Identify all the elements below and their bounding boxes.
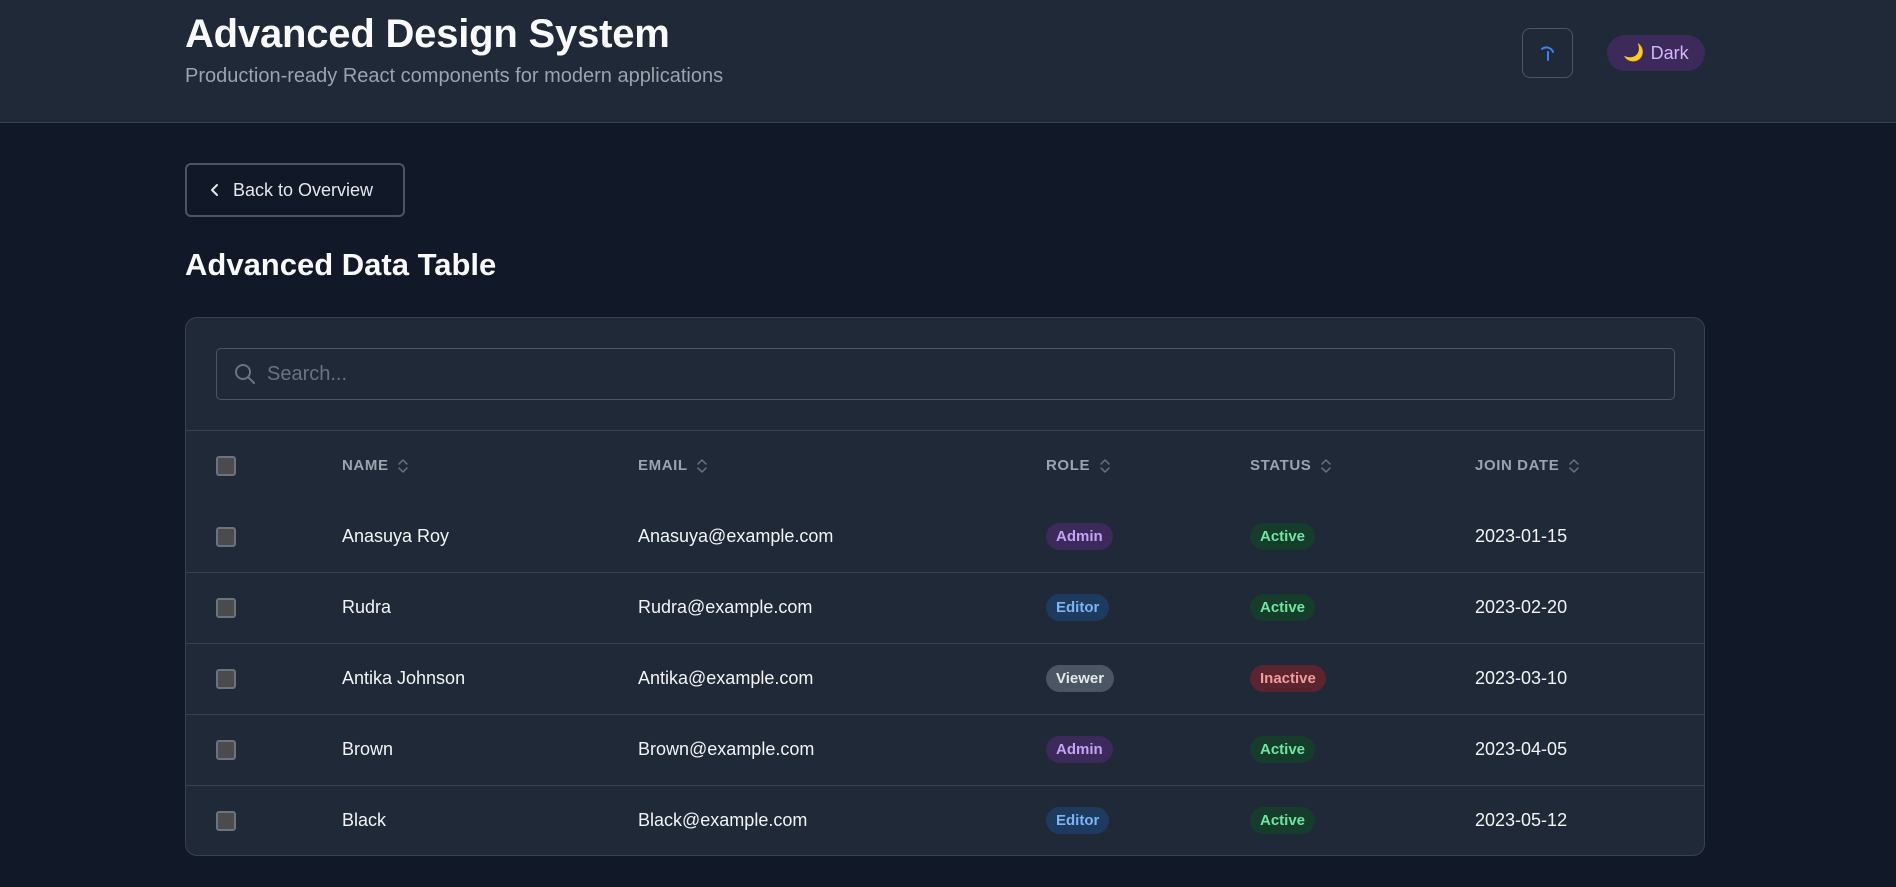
select-all-checkbox[interactable]: [216, 456, 236, 476]
role-badge: Editor: [1046, 807, 1110, 835]
back-button-label: Back to Overview: [233, 179, 374, 200]
cell-join-date: 2023-04-05: [1475, 739, 1568, 759]
data-table-card: NAME EMAIL ROLE STATUS: [185, 317, 1705, 856]
cell-status: Active: [1250, 501, 1475, 572]
sort-icon: [398, 459, 409, 473]
cell-email: Brown@example.com: [638, 739, 815, 759]
column-label: JOIN DATE: [1475, 456, 1560, 474]
data-table: NAME EMAIL ROLE STATUS JOIN DATE Anasuya…: [186, 431, 1704, 855]
row-checkbox[interactable]: [216, 526, 236, 547]
column-header-email[interactable]: EMAIL: [638, 431, 1046, 501]
row-checkbox[interactable]: [216, 669, 236, 690]
theme-toggle-label: Dark: [1650, 42, 1689, 63]
cell-name: Anasuya Roy: [342, 525, 450, 546]
role-badge: Admin: [1046, 522, 1113, 550]
cell-role: Admin: [1046, 714, 1250, 785]
moon-icon: 🌙: [1623, 43, 1645, 62]
app-title: Advanced Design System: [185, 12, 670, 56]
cell-join-date: 2023-03-10: [1475, 668, 1568, 688]
cell-join-date: 2023-01-15: [1475, 525, 1568, 546]
column-header-name[interactable]: NAME: [342, 431, 638, 501]
cell-join-date: 2023-05-12: [1475, 810, 1568, 831]
cell-status: Active: [1250, 572, 1475, 643]
role-badge: Viewer: [1046, 665, 1115, 692]
column-label: EMAIL: [638, 456, 688, 474]
row-checkbox[interactable]: [216, 811, 236, 832]
row-select-cell: [186, 572, 342, 643]
cell-role: Viewer: [1046, 643, 1250, 714]
status-badge: Active: [1250, 736, 1316, 763]
cell-status: Inactive: [1250, 643, 1475, 714]
cell-email: Anasuya@example.com: [638, 525, 834, 546]
role-badge: Admin: [1046, 736, 1113, 763]
role-badge: Editor: [1046, 594, 1110, 621]
cell-role: Admin: [1046, 501, 1250, 572]
cell-name: Black: [342, 810, 387, 831]
table-header-row: NAME EMAIL ROLE STATUS JOIN DATE: [186, 431, 1704, 501]
cell-name: Antika Johnson: [342, 668, 466, 688]
table-row[interactable]: Anasuya Roy Anasuya@example.com Admin Ac…: [186, 501, 1704, 572]
cell-status: Active: [1250, 714, 1475, 785]
theme-toggle-button[interactable]: 🌙 Dark: [1607, 35, 1705, 71]
cell-email: Antika@example.com: [638, 668, 814, 688]
column-label: ROLE: [1046, 456, 1091, 474]
table-row[interactable]: Rudra Rudra@example.com Editor Active 20…: [186, 572, 1704, 643]
refresh-button[interactable]: [1522, 28, 1573, 78]
spinner-icon: [1540, 46, 1554, 61]
row-select-cell: [186, 501, 342, 572]
sort-icon: [1569, 459, 1579, 473]
back-to-overview-button[interactable]: Back to Overview: [185, 163, 405, 217]
column-header-role[interactable]: ROLE: [1046, 431, 1250, 501]
sort-icon: [1100, 459, 1110, 473]
column-label: STATUS: [1250, 456, 1312, 474]
chevron-left-icon: [211, 184, 218, 196]
search-input[interactable]: [267, 349, 1657, 399]
section-title: Advanced Data Table: [185, 247, 497, 282]
search-box: [216, 348, 1675, 400]
cell-join-date: 2023-02-20: [1475, 597, 1568, 617]
column-header-join-date[interactable]: JOIN DATE: [1475, 431, 1704, 501]
table-row[interactable]: Antika Johnson Antika@example.com Viewer…: [186, 643, 1704, 714]
search-icon: [235, 364, 255, 384]
app-header: Advanced Design System Production-ready …: [0, 0, 1896, 123]
status-badge: Active: [1250, 594, 1316, 621]
row-checkbox[interactable]: [216, 740, 236, 761]
cell-name: Brown: [342, 739, 394, 759]
status-badge: Active: [1250, 522, 1316, 550]
column-label: NAME: [342, 456, 389, 474]
sort-icon: [1321, 459, 1331, 473]
header-inner: Advanced Design System Production-ready …: [185, 0, 1705, 123]
cell-status: Active: [1250, 785, 1475, 855]
select-all-cell: [186, 431, 342, 501]
table-row[interactable]: Brown Brown@example.com Admin Active 202…: [186, 714, 1704, 785]
cell-role: Editor: [1046, 572, 1250, 643]
row-checkbox[interactable]: [216, 598, 236, 619]
cell-email: Rudra@example.com: [638, 597, 813, 617]
row-select-cell: [186, 643, 342, 714]
status-badge: Inactive: [1250, 665, 1326, 692]
app-subtitle: Production-ready React components for mo…: [185, 65, 724, 87]
row-select-cell: [186, 714, 342, 785]
sort-icon: [697, 459, 707, 473]
cell-email: Black@example.com: [638, 810, 808, 831]
cell-name: Rudra: [342, 597, 392, 617]
cell-role: Editor: [1046, 785, 1250, 855]
row-select-cell: [186, 785, 342, 855]
status-badge: Active: [1250, 807, 1316, 835]
table-row[interactable]: Black Black@example.com Editor Active 20…: [186, 785, 1704, 855]
column-header-status[interactable]: STATUS: [1250, 431, 1475, 501]
